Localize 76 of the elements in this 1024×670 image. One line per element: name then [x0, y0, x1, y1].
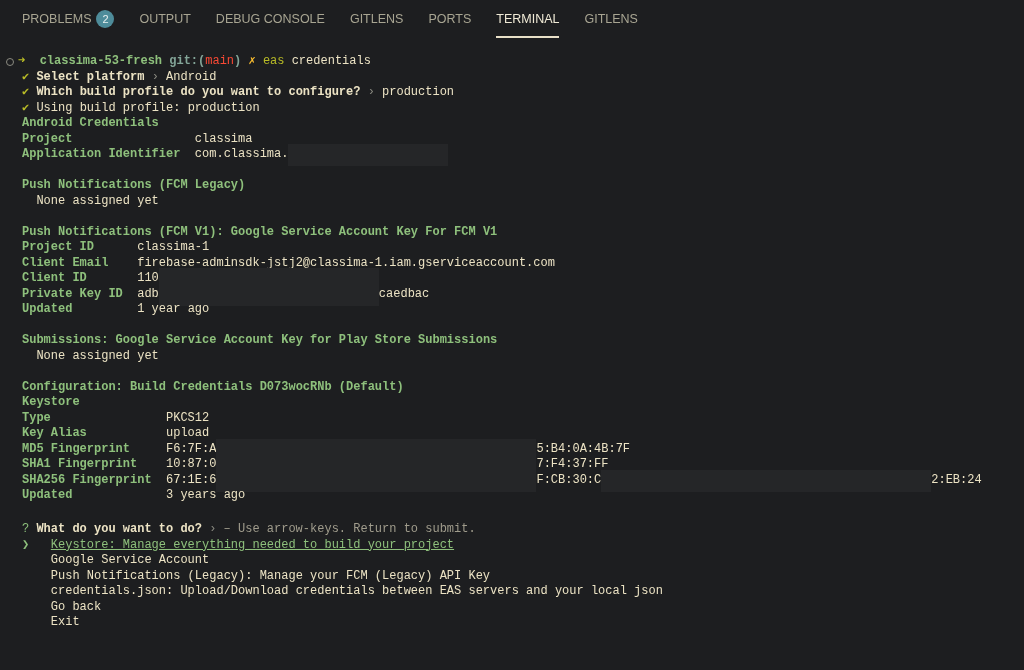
field-label: Project ID	[22, 240, 95, 256]
check-icon: ✔	[22, 85, 30, 101]
dirty-icon: ✗	[248, 54, 256, 70]
question-icon: ?	[22, 522, 30, 538]
field-label: Private Key ID	[22, 286, 124, 302]
field-value: F:CB:30:C	[536, 472, 602, 488]
count-badge: 2	[96, 10, 115, 28]
menu-option[interactable]: Exit	[50, 615, 80, 631]
section-note: None assigned yet	[35, 193, 160, 209]
field-value: 67:1E:6	[166, 472, 217, 488]
panel-tab[interactable]: GITLENS	[584, 0, 638, 38]
menu-option[interactable]: Go back	[50, 599, 102, 615]
panel-tab[interactable]: OUTPUT	[139, 0, 191, 38]
menu-option[interactable]: Keystore: Manage everything needed to build your project	[50, 537, 455, 553]
directory-name: classima-53-fresh	[39, 54, 163, 70]
field-value: PKCS12	[166, 410, 210, 426]
field-label: MD5 Fingerprint	[22, 441, 132, 457]
separator-icon: ›	[367, 85, 375, 101]
git-label: git:(	[169, 54, 206, 70]
field-value: 7:F4:37:FF	[536, 457, 609, 473]
field-value: 5:B4:0A:4B:7F	[536, 441, 631, 457]
section-heading: Android Credentials	[22, 116, 160, 132]
section-subheading: Keystore	[22, 395, 81, 411]
menu-option[interactable]: credentials.json: Upload/Download credentials between EAS servers and your local json	[50, 584, 663, 600]
field-label: Client Email	[22, 255, 110, 271]
status-text: Using build profile: production	[36, 100, 260, 116]
panel-tab[interactable]: TERMINAL	[496, 0, 560, 38]
command-args: credentials	[291, 54, 371, 70]
prompt-answer: production	[382, 85, 455, 101]
arrow-icon: ➜	[18, 54, 26, 70]
command-name: eas	[262, 54, 285, 70]
prompt-question: Select platform	[36, 69, 145, 85]
prompt-question: What do you want to do?	[36, 522, 203, 538]
separator-icon: ›	[151, 69, 159, 85]
panel-tab[interactable]: PORTS	[428, 0, 472, 38]
prompt-question: Which build profile do you want to configure?	[36, 85, 361, 101]
menu-option[interactable]: Push Notifications (Legacy): Manage your FCM (Legacy) API Key	[50, 568, 491, 584]
branch-name: main	[205, 54, 235, 70]
section-note: None assigned yet	[35, 348, 160, 364]
field-value: com.classima.	[194, 147, 289, 163]
panel-tab[interactable]: PROBLEMS 2	[22, 0, 115, 38]
field-value: classima	[194, 131, 253, 147]
panel-tab[interactable]: GITLENS	[349, 0, 404, 38]
field-label: Client ID	[22, 271, 88, 287]
menu-option[interactable]: Google Service Account	[50, 553, 210, 569]
check-icon: ✔	[22, 100, 30, 116]
check-icon: ✔	[22, 69, 30, 85]
field-value: classima-1	[137, 240, 210, 256]
field-label: Key Alias	[22, 426, 88, 442]
pointer-icon: ❯	[22, 537, 30, 553]
section-heading: Submissions: Google Service Account Key for Play Store Submissions	[22, 333, 499, 349]
field-value: caedbac	[378, 286, 430, 302]
field-label: Type	[22, 410, 52, 426]
git-label: )	[234, 54, 242, 70]
field-label: Updated	[22, 488, 74, 504]
field-value: firebase-adminsdk-jstj2@classima-1.iam.gserviceaccount.com	[137, 255, 555, 271]
separator-icon: ›	[209, 522, 217, 538]
field-value: 3 years ago	[166, 488, 246, 504]
field-value: upload	[166, 426, 210, 442]
field-value: 2:EB:24	[931, 472, 982, 488]
field-value: F6:7F:A	[166, 441, 217, 457]
section-heading: Push Notifications (FCM V1): Google Service Account Key For FCM V1	[22, 224, 499, 240]
prompt-hint: – Use arrow-keys. Return to submit.	[223, 522, 476, 538]
field-value: 10:87:0	[166, 457, 217, 473]
field-value: 1 year ago	[137, 302, 210, 318]
field-label: Updated	[22, 302, 74, 318]
field-label: Project	[22, 131, 74, 147]
prompt-answer: Android	[166, 69, 217, 85]
section-heading: Push Notifications (FCM Legacy)	[22, 178, 247, 194]
field-label: SHA256 Fingerprint	[22, 472, 153, 488]
field-value: adb	[137, 286, 159, 302]
field-value: 110	[137, 271, 159, 287]
panel-tab[interactable]: DEBUG CONSOLE	[215, 0, 325, 38]
field-label: Application Identifier	[22, 147, 182, 163]
field-label: SHA1 Fingerprint	[22, 457, 139, 473]
section-heading: Configuration: Build Credentials D073wocRNb (Default)	[22, 379, 405, 395]
